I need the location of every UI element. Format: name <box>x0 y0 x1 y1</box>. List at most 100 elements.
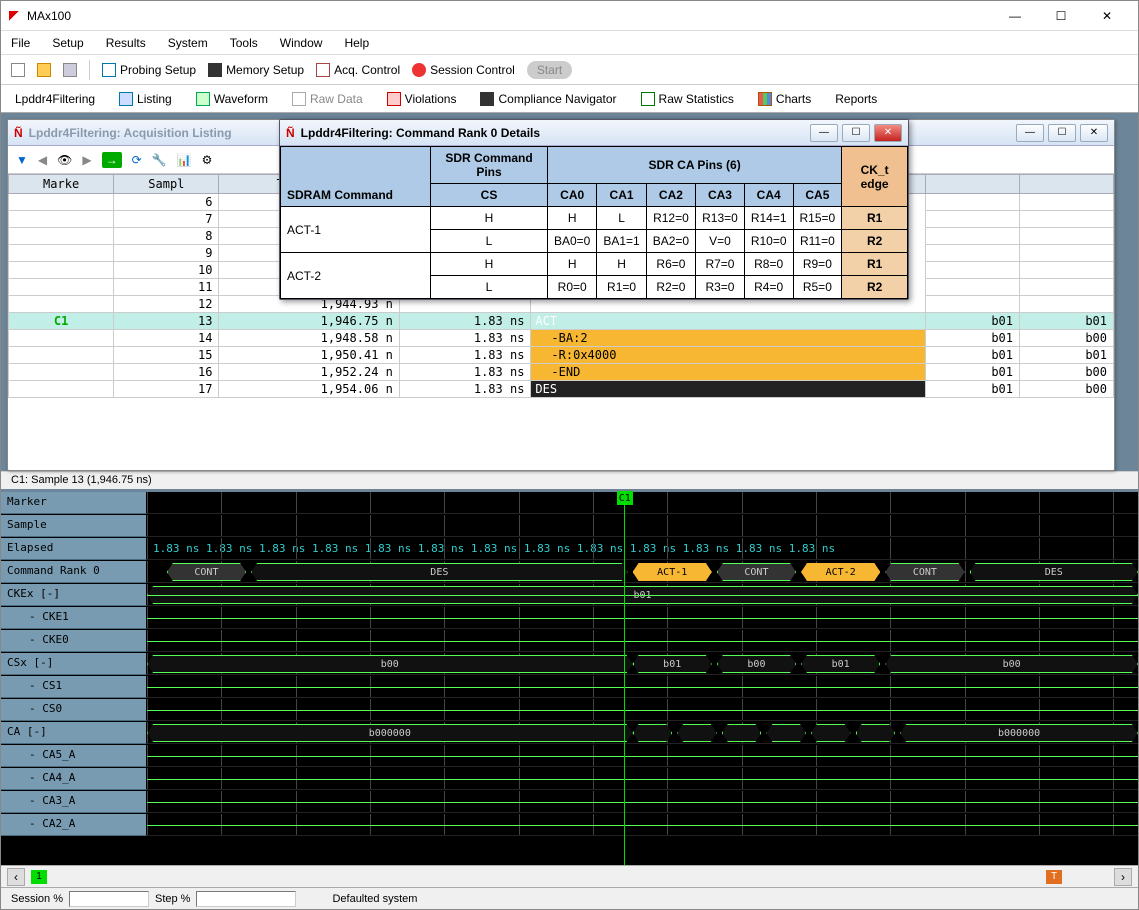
table-cell[interactable] <box>1020 211 1114 228</box>
save-icon[interactable] <box>63 63 77 77</box>
wave-label[interactable]: - CA3_A <box>1 791 147 813</box>
memory-setup-button[interactable]: Memory Setup <box>208 63 304 77</box>
close-button[interactable]: ✕ <box>1084 2 1130 30</box>
table-cell[interactable]: 13 <box>114 313 219 330</box>
scroll-marker-1[interactable]: 1 <box>31 870 47 884</box>
new-icon[interactable] <box>11 63 25 77</box>
scroll-right-icon[interactable]: › <box>1114 868 1132 886</box>
find-icon[interactable]: 👁 <box>57 153 72 167</box>
maximize-button[interactable]: ☐ <box>1038 2 1084 30</box>
wave-label[interactable]: - CKE1 <box>1 607 147 629</box>
acq-control-button[interactable]: Acq. Control <box>316 63 400 77</box>
wave-track[interactable]: b00b01b00b01b00 <box>147 653 1138 675</box>
wave-track[interactable] <box>147 768 1138 790</box>
detail-maximize-button[interactable]: ☐ <box>842 124 870 142</box>
table-cell[interactable] <box>926 194 1020 211</box>
table-cell[interactable]: 1.83 ns <box>399 347 531 364</box>
table-cell[interactable] <box>9 347 114 364</box>
wave-track[interactable]: CONTDESACT-1CONTACT-2CONTDES <box>147 561 1138 583</box>
table-cell[interactable]: 1,952.24 n <box>219 364 399 381</box>
table-cell[interactable]: b01 <box>926 381 1020 398</box>
table-cell[interactable]: 11 <box>114 279 219 296</box>
table-cell[interactable]: -R:0x4000 <box>531 347 926 364</box>
table-cell[interactable]: 1.83 ns <box>399 330 531 347</box>
menu-tools[interactable]: Tools <box>230 36 258 50</box>
refresh-icon[interactable]: ⟳ <box>132 153 142 167</box>
wave-track[interactable] <box>147 814 1138 836</box>
wave-track[interactable] <box>147 791 1138 813</box>
table-cell[interactable] <box>1020 194 1114 211</box>
wave-label[interactable]: CA [-] <box>1 722 147 744</box>
table-cell[interactable]: -BA:2 <box>531 330 926 347</box>
wave-label[interactable]: - CA4_A <box>1 768 147 790</box>
wave-track[interactable]: b000000b000000 <box>147 722 1138 744</box>
wave-label[interactable]: - CA2_A <box>1 814 147 836</box>
table-cell[interactable]: b01 <box>926 347 1020 364</box>
table-cell[interactable]: 14 <box>114 330 219 347</box>
table-cell[interactable] <box>9 330 114 347</box>
marker-c1[interactable]: C1 <box>624 492 625 865</box>
table-cell[interactable]: 15 <box>114 347 219 364</box>
menu-file[interactable]: File <box>11 36 30 50</box>
table-cell[interactable]: 1.83 ns <box>399 364 531 381</box>
table-cell[interactable]: 1.83 ns <box>399 381 531 398</box>
table-cell[interactable] <box>9 296 114 313</box>
wave-track[interactable] <box>147 745 1138 767</box>
wave-track[interactable] <box>147 630 1138 652</box>
col-sample[interactable]: Sampl <box>114 175 219 194</box>
table-cell[interactable]: b00 <box>1020 330 1114 347</box>
wave-label[interactable]: Command Rank 0 <box>1 561 147 583</box>
listing-maximize-button[interactable]: ☐ <box>1048 124 1076 142</box>
tab-charts[interactable]: Charts <box>750 90 819 108</box>
table-cell[interactable] <box>1020 262 1114 279</box>
tab-compliance-navigator[interactable]: Compliance Navigator <box>472 90 624 108</box>
table-cell[interactable]: b01 <box>1020 313 1114 330</box>
table-cell[interactable] <box>9 381 114 398</box>
tab-reports[interactable]: Reports <box>827 90 885 108</box>
table-cell[interactable] <box>9 211 114 228</box>
table-cell[interactable] <box>926 296 1020 313</box>
table-cell[interactable] <box>9 262 114 279</box>
menu-system[interactable]: System <box>168 36 208 50</box>
table-cell[interactable]: 6 <box>114 194 219 211</box>
table-cell[interactable] <box>926 262 1020 279</box>
menu-window[interactable]: Window <box>280 36 323 50</box>
table-cell[interactable]: b00 <box>1020 381 1114 398</box>
table-cell[interactable] <box>1020 279 1114 296</box>
waveform-scroll[interactable]: ‹ 1 T › <box>1 865 1138 887</box>
listing-close-button[interactable]: ✕ <box>1080 124 1108 142</box>
table-cell[interactable]: 7 <box>114 211 219 228</box>
table-cell[interactable] <box>9 364 114 381</box>
col-marker[interactable]: Marke <box>9 175 114 194</box>
table-cell[interactable]: 1.83 ns <box>399 313 531 330</box>
table-cell[interactable]: b00 <box>1020 364 1114 381</box>
minimize-button[interactable]: — <box>992 2 1038 30</box>
menu-help[interactable]: Help <box>344 36 369 50</box>
table-cell[interactable] <box>9 194 114 211</box>
table-cell[interactable] <box>926 279 1020 296</box>
table-cell[interactable]: 17 <box>114 381 219 398</box>
go-icon[interactable]: → <box>102 152 122 168</box>
table-cell[interactable] <box>9 228 114 245</box>
table-cell[interactable] <box>9 245 114 262</box>
menu-results[interactable]: Results <box>106 36 146 50</box>
start-button[interactable]: Start <box>527 61 572 79</box>
wave-label[interactable]: - CS0 <box>1 699 147 721</box>
wave-label[interactable]: CSx [-] <box>1 653 147 675</box>
tab-waveform[interactable]: Waveform <box>188 90 276 108</box>
table-cell[interactable]: 1,948.58 n <box>219 330 399 347</box>
wave-track[interactable] <box>147 699 1138 721</box>
forward-icon[interactable]: ▶ <box>82 153 91 167</box>
table-cell[interactable]: b01 <box>926 364 1020 381</box>
gear-icon[interactable]: ⚙ <box>202 153 213 167</box>
table-cell[interactable]: 16 <box>114 364 219 381</box>
scroll-marker-t[interactable]: T <box>1046 870 1062 884</box>
tab-raw-statistics[interactable]: Raw Statistics <box>633 90 742 108</box>
wave-label[interactable]: Elapsed <box>1 538 147 560</box>
wave-label[interactable]: - CKE0 <box>1 630 147 652</box>
tab-raw-data[interactable]: Raw Data <box>284 90 371 108</box>
back-icon[interactable]: ◀ <box>38 153 47 167</box>
table-cell[interactable] <box>926 245 1020 262</box>
tool2-icon[interactable]: 📊 <box>177 153 192 167</box>
table-cell[interactable]: 1,946.75 n <box>219 313 399 330</box>
